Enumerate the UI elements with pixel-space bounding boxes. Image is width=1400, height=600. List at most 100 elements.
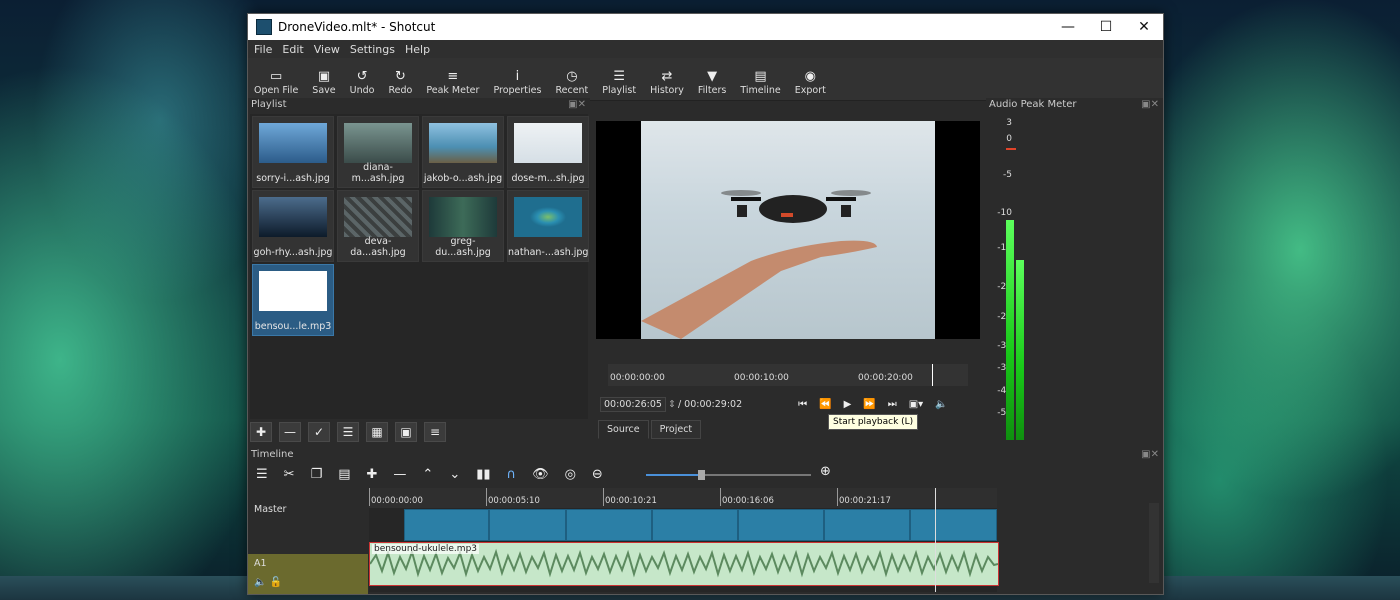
peak-indicator bbox=[1006, 148, 1016, 150]
title-bar: DroneVideo.mlt* - Shotcut — ☐ ✕ bbox=[248, 14, 1163, 40]
minimize-button[interactable]: — bbox=[1049, 14, 1087, 40]
video-clip[interactable] bbox=[738, 509, 824, 541]
play-icon[interactable]: ▶ bbox=[844, 399, 852, 410]
menu-help[interactable]: Help bbox=[405, 43, 430, 56]
dock-buttons[interactable]: ▣✕ bbox=[1141, 448, 1159, 462]
scrub-icon[interactable]: 👁 bbox=[532, 467, 549, 482]
cut-icon[interactable]: ✂ bbox=[284, 467, 295, 482]
video-clip[interactable] bbox=[910, 509, 997, 541]
menu-view[interactable]: View bbox=[314, 43, 340, 56]
recent-button[interactable]: ◷ Recent bbox=[555, 69, 588, 96]
lift-icon[interactable]: ⌃ bbox=[422, 467, 433, 482]
ripple-icon[interactable]: ◎ bbox=[565, 467, 576, 482]
track-controls: 🔈 🔓 bbox=[254, 577, 362, 588]
playlist-item[interactable]: greg-du...ash.jpg bbox=[422, 190, 504, 262]
append-icon[interactable]: ✚ bbox=[367, 467, 378, 482]
redo-button[interactable]: ↻ Redo bbox=[388, 69, 412, 96]
save-button[interactable]: ▣ Save bbox=[312, 69, 335, 96]
snap-icon[interactable]: ∩ bbox=[507, 467, 517, 482]
export-button[interactable]: ◉ Export bbox=[795, 69, 826, 96]
audio-clip[interactable]: bensound-ukulele.mp3 bbox=[369, 542, 999, 586]
video-clip[interactable] bbox=[652, 509, 738, 541]
close-button[interactable]: ✕ bbox=[1125, 14, 1163, 40]
playlist-item[interactable]: goh-rhy...ash.jpg bbox=[252, 190, 334, 262]
master-header[interactable]: Master bbox=[248, 504, 374, 554]
video-clip[interactable] bbox=[566, 509, 652, 541]
remove-icon[interactable]: — bbox=[393, 467, 406, 482]
zoom-out-icon[interactable]: ⊖ bbox=[592, 467, 603, 482]
properties-button[interactable]: i Properties bbox=[493, 69, 541, 96]
playlist-item[interactable]: diana-m...ash.jpg bbox=[337, 116, 419, 188]
spin-arrows-icon[interactable]: ⇕ bbox=[668, 399, 676, 410]
dock-buttons[interactable]: ▣✕ bbox=[1141, 98, 1159, 112]
zoom-knob[interactable] bbox=[698, 470, 705, 480]
timeline-ruler[interactable]: 00:00:00:00 00:00:05:10 00:00:10:21 00:0… bbox=[369, 488, 997, 508]
timeline-icon: ▤ bbox=[754, 69, 767, 84]
add-button[interactable]: ✚ bbox=[250, 422, 272, 442]
drone-photo bbox=[641, 121, 935, 339]
tab-source[interactable]: Source bbox=[598, 420, 649, 439]
list-icon: ☰ bbox=[613, 69, 625, 84]
maximize-button[interactable]: ☐ bbox=[1087, 14, 1125, 40]
remove-button[interactable]: — bbox=[279, 422, 301, 442]
timeline-tracks[interactable]: 00:00:00:00 00:00:05:10 00:00:10:21 00:0… bbox=[369, 488, 999, 592]
playlist-button[interactable]: ☰ Playlist bbox=[602, 69, 636, 96]
playlist-panel: Playlist ▣✕ sorry-i...ash.jpg diana-m...a… bbox=[248, 98, 590, 448]
filters-button[interactable]: ▼ Filters bbox=[698, 69, 726, 96]
update-button[interactable]: ✓ bbox=[308, 422, 330, 442]
playlist-item[interactable]: nathan-...ash.jpg bbox=[507, 190, 589, 262]
paste-icon[interactable]: ▤ bbox=[338, 467, 350, 482]
position-timecode[interactable]: 00:00:26:05 bbox=[600, 396, 666, 412]
zoom-in-icon[interactable]: ⊕ bbox=[820, 464, 831, 479]
export-icon: ◉ bbox=[804, 69, 816, 84]
rewind-icon[interactable]: ⏪ bbox=[819, 399, 831, 410]
video-viewer[interactable] bbox=[596, 121, 980, 339]
zoom-slider[interactable] bbox=[646, 470, 811, 480]
tiles-view-button[interactable]: ▦ bbox=[366, 422, 388, 442]
dock-buttons[interactable]: ▣✕ bbox=[568, 98, 586, 112]
video-clip[interactable] bbox=[404, 509, 489, 541]
history-button[interactable]: ⇄ History bbox=[650, 69, 684, 96]
menu-file[interactable]: File bbox=[254, 43, 272, 56]
playlist-item[interactable]: sorry-i...ash.jpg bbox=[252, 116, 334, 188]
menu-edit[interactable]: Edit bbox=[282, 43, 303, 56]
zoom-fit-icon[interactable]: ▣▾ bbox=[909, 399, 923, 410]
video-clip[interactable] bbox=[824, 509, 910, 541]
open-file-button[interactable]: ▭ Open File bbox=[254, 69, 298, 96]
duration-timecode: / 00:00:29:02 bbox=[677, 398, 743, 410]
fast-forward-icon[interactable]: ⏩ bbox=[863, 399, 875, 410]
undo-button[interactable]: ↺ Undo bbox=[350, 69, 375, 96]
track-header-a1[interactable]: A1 🔈 🔓 bbox=[248, 554, 368, 594]
menu-settings[interactable]: Settings bbox=[350, 43, 395, 56]
split-icon[interactable]: ▮▮ bbox=[476, 467, 490, 482]
mute-icon[interactable]: 🔈 bbox=[254, 577, 266, 588]
timeline-scrollbar[interactable] bbox=[1149, 503, 1159, 583]
timeline-playhead[interactable] bbox=[935, 488, 936, 592]
peak-meter-button[interactable]: ≡ Peak Meter bbox=[426, 69, 479, 96]
skip-next-icon[interactable]: ⏭ bbox=[888, 399, 897, 410]
ruler-label: 00:00:00:00 bbox=[371, 496, 423, 506]
thumbnail bbox=[259, 197, 327, 237]
playlist-menu-button[interactable]: ≡ bbox=[424, 422, 446, 442]
overwrite-icon[interactable]: ⌄ bbox=[449, 467, 460, 482]
undo-icon: ↺ bbox=[356, 69, 368, 84]
video-clip[interactable] bbox=[489, 509, 566, 541]
copy-icon[interactable]: ❐ bbox=[311, 467, 323, 482]
playlist-item-selected[interactable]: bensou...le.mp3 bbox=[252, 264, 334, 336]
playlist-item[interactable]: jakob-o...ash.jpg bbox=[422, 116, 504, 188]
volume-icon[interactable]: 🔈 bbox=[935, 399, 947, 410]
timeline-menu-icon[interactable]: ☰ bbox=[256, 467, 268, 482]
lock-icon[interactable]: 🔓 bbox=[270, 577, 282, 588]
details-view-button[interactable]: ☰ bbox=[337, 422, 359, 442]
player-scrubber[interactable]: 00:00:00:00 00:00:10:00 00:00:20:00 bbox=[608, 364, 968, 386]
timeline-button[interactable]: ▤ Timeline bbox=[740, 69, 780, 96]
skip-previous-icon[interactable]: ⏮ bbox=[798, 399, 807, 410]
zoom-fill bbox=[646, 474, 701, 476]
player-playhead[interactable] bbox=[932, 364, 933, 386]
tab-project[interactable]: Project bbox=[650, 420, 702, 439]
timeline-toolbar: ☰ ✂ ❐ ▤ ✚ — ⌃ ⌄ ▮▮ ∩ 👁 ◎ ⊖ bbox=[256, 464, 619, 484]
playlist-item[interactable]: deva-da...ash.jpg bbox=[337, 190, 419, 262]
playlist-item[interactable]: dose-m...sh.jpg bbox=[507, 116, 589, 188]
menu-bar: File Edit View Settings Help bbox=[248, 40, 1163, 58]
icons-view-button[interactable]: ▣ bbox=[395, 422, 417, 442]
